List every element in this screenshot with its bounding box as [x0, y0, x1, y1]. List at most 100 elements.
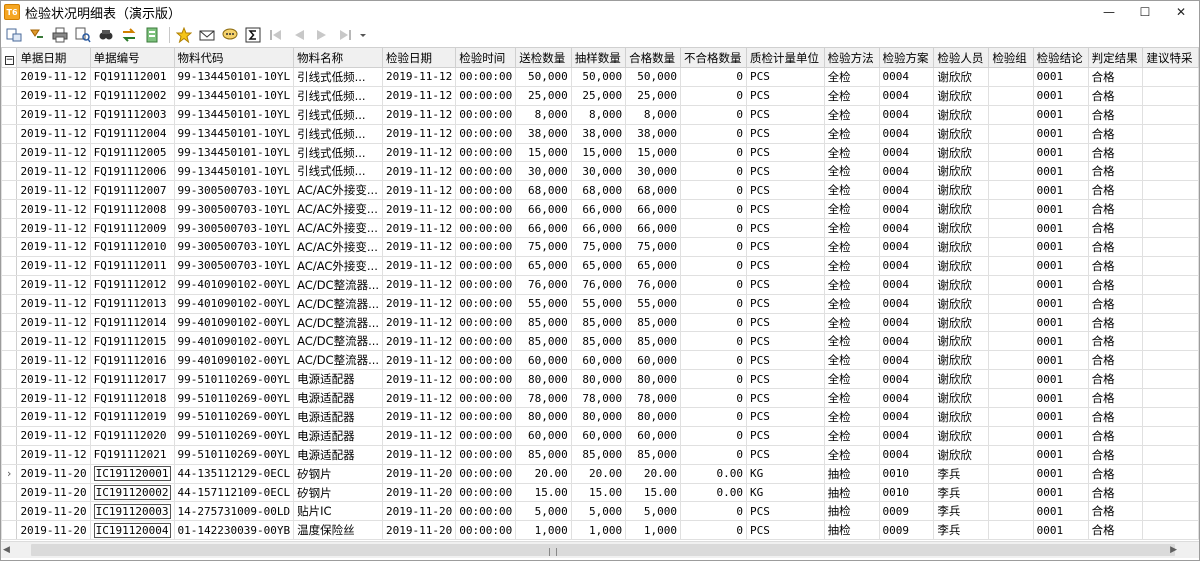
cell-qc-unit[interactable]: PCS	[745, 331, 825, 352]
cell-inspection-conclusion[interactable]: 0001	[1032, 67, 1089, 87]
row-indicator[interactable]	[1, 388, 18, 409]
cell-bill-date[interactable]: 2019-11-12	[16, 218, 91, 239]
cell-inspection-date[interactable]: 2019-11-12	[382, 331, 457, 352]
cell-bill-date[interactable]: 2019-11-12	[16, 255, 91, 276]
cell-qc-unit[interactable]: PCS	[745, 501, 825, 522]
refresh-filter-icon[interactable]	[27, 25, 47, 45]
cell-unqualified-qty[interactable]: 0	[679, 293, 747, 314]
cell-inspection-method[interactable]: 全检	[823, 237, 880, 257]
cell-bill-number[interactable]: FQ191112015	[89, 331, 175, 352]
column-header-material-name[interactable]: 物料名称	[293, 47, 384, 68]
export-icon[interactable]	[142, 25, 162, 45]
cell-inspector[interactable]: 谢欣欣	[933, 199, 990, 220]
cell-qc-unit[interactable]: PCS	[745, 312, 825, 333]
cell-qualified-qty[interactable]: 78,000	[625, 388, 681, 409]
table-row[interactable]: 2019-11-12 FQ191112021 99-510110269-00YL 电源…	[1, 444, 1199, 465]
cell-material-code[interactable]: 99-134450101-10YL	[173, 104, 295, 125]
cell-submitted-qty[interactable]: 15.00	[515, 482, 572, 503]
column-header-inspection-group[interactable]: 检验组	[988, 47, 1034, 68]
cell-judgment-result[interactable]: 合格	[1087, 274, 1144, 295]
cell-inspection-method[interactable]: 全检	[823, 274, 880, 295]
cell-inspector[interactable]: 谢欣欣	[933, 218, 990, 239]
cell-bill-date[interactable]: 2019-11-12	[16, 180, 91, 201]
print-preview-icon[interactable]	[73, 25, 93, 45]
cell-inspection-date[interactable]: 2019-11-12	[382, 293, 457, 314]
preview-icon[interactable]	[4, 25, 24, 45]
cell-judgment-result[interactable]: 合格	[1087, 237, 1144, 257]
row-indicator[interactable]	[1, 161, 18, 182]
cell-bill-date[interactable]: 2019-11-20	[16, 501, 91, 522]
cell-bill-number[interactable]: IC191120003	[89, 501, 175, 522]
cell-inspection-plan[interactable]: 0004	[878, 218, 935, 239]
cell-bill-date[interactable]: 2019-11-12	[16, 407, 91, 427]
cell-inspection-plan[interactable]: 0004	[878, 161, 935, 182]
cell-inspection-date[interactable]: 2019-11-12	[382, 350, 457, 371]
scroll-left-icon[interactable]: ◀	[3, 545, 10, 555]
cell-submitted-qty[interactable]: 65,000	[515, 255, 572, 276]
row-indicator[interactable]: ›	[1, 463, 18, 484]
scrollbar-thumb[interactable]	[31, 544, 1175, 556]
table-row[interactable]: 2019-11-12 FQ191112003 99-134450101-10YL 引线…	[1, 104, 1199, 125]
cell-inspection-time[interactable]: 00:00:00	[455, 407, 517, 427]
cell-qc-unit[interactable]: KG	[745, 482, 825, 503]
cell-special-acceptance[interactable]	[1142, 331, 1199, 352]
row-indicator[interactable]	[1, 482, 18, 503]
cell-inspection-conclusion[interactable]: 0001	[1032, 463, 1089, 484]
cell-bill-number[interactable]: FQ191112008	[89, 199, 175, 220]
cell-sample-qty[interactable]: 80,000	[570, 369, 627, 390]
cell-qc-unit[interactable]: PCS	[745, 350, 825, 371]
cell-inspection-plan[interactable]: 0004	[878, 425, 935, 446]
cell-submitted-qty[interactable]: 66,000	[515, 218, 572, 239]
cell-material-code[interactable]: 99-134450101-10YL	[173, 67, 295, 87]
cell-unqualified-qty[interactable]: 0	[679, 67, 747, 87]
cell-inspection-time[interactable]: 00:00:00	[455, 388, 517, 409]
collapse-toggle[interactable]: −	[1, 47, 18, 68]
cell-material-code[interactable]: 99-300500703-10YL	[173, 218, 295, 239]
cell-inspection-group[interactable]	[988, 350, 1034, 371]
cell-inspection-method[interactable]: 全检	[823, 444, 880, 465]
cell-submitted-qty[interactable]: 80,000	[515, 407, 572, 427]
cell-inspection-time[interactable]: 00:00:00	[455, 425, 517, 446]
cell-inspection-conclusion[interactable]: 0001	[1032, 237, 1089, 257]
cell-inspection-group[interactable]	[988, 312, 1034, 333]
collapse-icon[interactable]: −	[4, 55, 14, 65]
cell-inspection-group[interactable]	[988, 482, 1034, 503]
cell-unqualified-qty[interactable]: 0	[679, 331, 747, 352]
cell-sample-qty[interactable]: 80,000	[570, 407, 627, 427]
row-indicator[interactable]	[1, 237, 18, 257]
cell-sample-qty[interactable]: 85,000	[570, 312, 627, 333]
cell-inspection-date[interactable]: 2019-11-12	[382, 255, 457, 276]
cell-inspection-group[interactable]	[988, 104, 1034, 125]
cell-inspection-date[interactable]: 2019-11-12	[382, 444, 457, 465]
cell-bill-date[interactable]: 2019-11-20	[16, 482, 91, 503]
cell-qualified-qty[interactable]: 38,000	[625, 123, 681, 144]
cell-unqualified-qty[interactable]: 0	[679, 274, 747, 295]
cell-material-name[interactable]: 矽钢片	[293, 463, 384, 484]
cell-sample-qty[interactable]: 60,000	[570, 425, 627, 446]
cell-bill-number[interactable]: FQ191112005	[89, 142, 175, 163]
cell-inspection-method[interactable]: 全检	[823, 104, 880, 125]
cell-inspection-plan[interactable]: 0004	[878, 180, 935, 201]
cell-bill-date[interactable]: 2019-11-12	[16, 237, 91, 257]
cell-inspection-date[interactable]: 2019-11-12	[382, 388, 457, 409]
cell-judgment-result[interactable]: 合格	[1087, 142, 1144, 163]
cell-inspection-conclusion[interactable]: 0001	[1032, 255, 1089, 276]
cell-material-code[interactable]: 99-300500703-10YL	[173, 199, 295, 220]
cell-judgment-result[interactable]: 合格	[1087, 501, 1144, 522]
cell-unqualified-qty[interactable]: 0	[679, 350, 747, 371]
cell-inspector[interactable]: 谢欣欣	[933, 85, 990, 106]
cell-sample-qty[interactable]: 1,000	[570, 520, 627, 541]
cell-bill-date[interactable]: 2019-11-12	[16, 85, 91, 106]
cell-bill-number[interactable]: IC191120002	[89, 482, 175, 503]
cell-qc-unit[interactable]: PCS	[745, 407, 825, 427]
cell-material-code[interactable]: 99-134450101-10YL	[173, 142, 295, 163]
table-row[interactable]: 2019-11-12 FQ191112011 99-300500703-10YL AC…	[1, 255, 1199, 276]
table-row[interactable]: 2019-11-12 FQ191112004 99-134450101-10YL 引线…	[1, 123, 1199, 144]
cell-sample-qty[interactable]: 15.00	[570, 482, 627, 503]
cell-unqualified-qty[interactable]: 0	[679, 104, 747, 125]
row-indicator[interactable]	[1, 369, 18, 390]
cell-inspection-group[interactable]	[988, 331, 1034, 352]
cell-inspection-conclusion[interactable]: 0001	[1032, 501, 1089, 522]
cell-unqualified-qty[interactable]: 0	[679, 199, 747, 220]
cell-judgment-result[interactable]: 合格	[1087, 255, 1144, 276]
